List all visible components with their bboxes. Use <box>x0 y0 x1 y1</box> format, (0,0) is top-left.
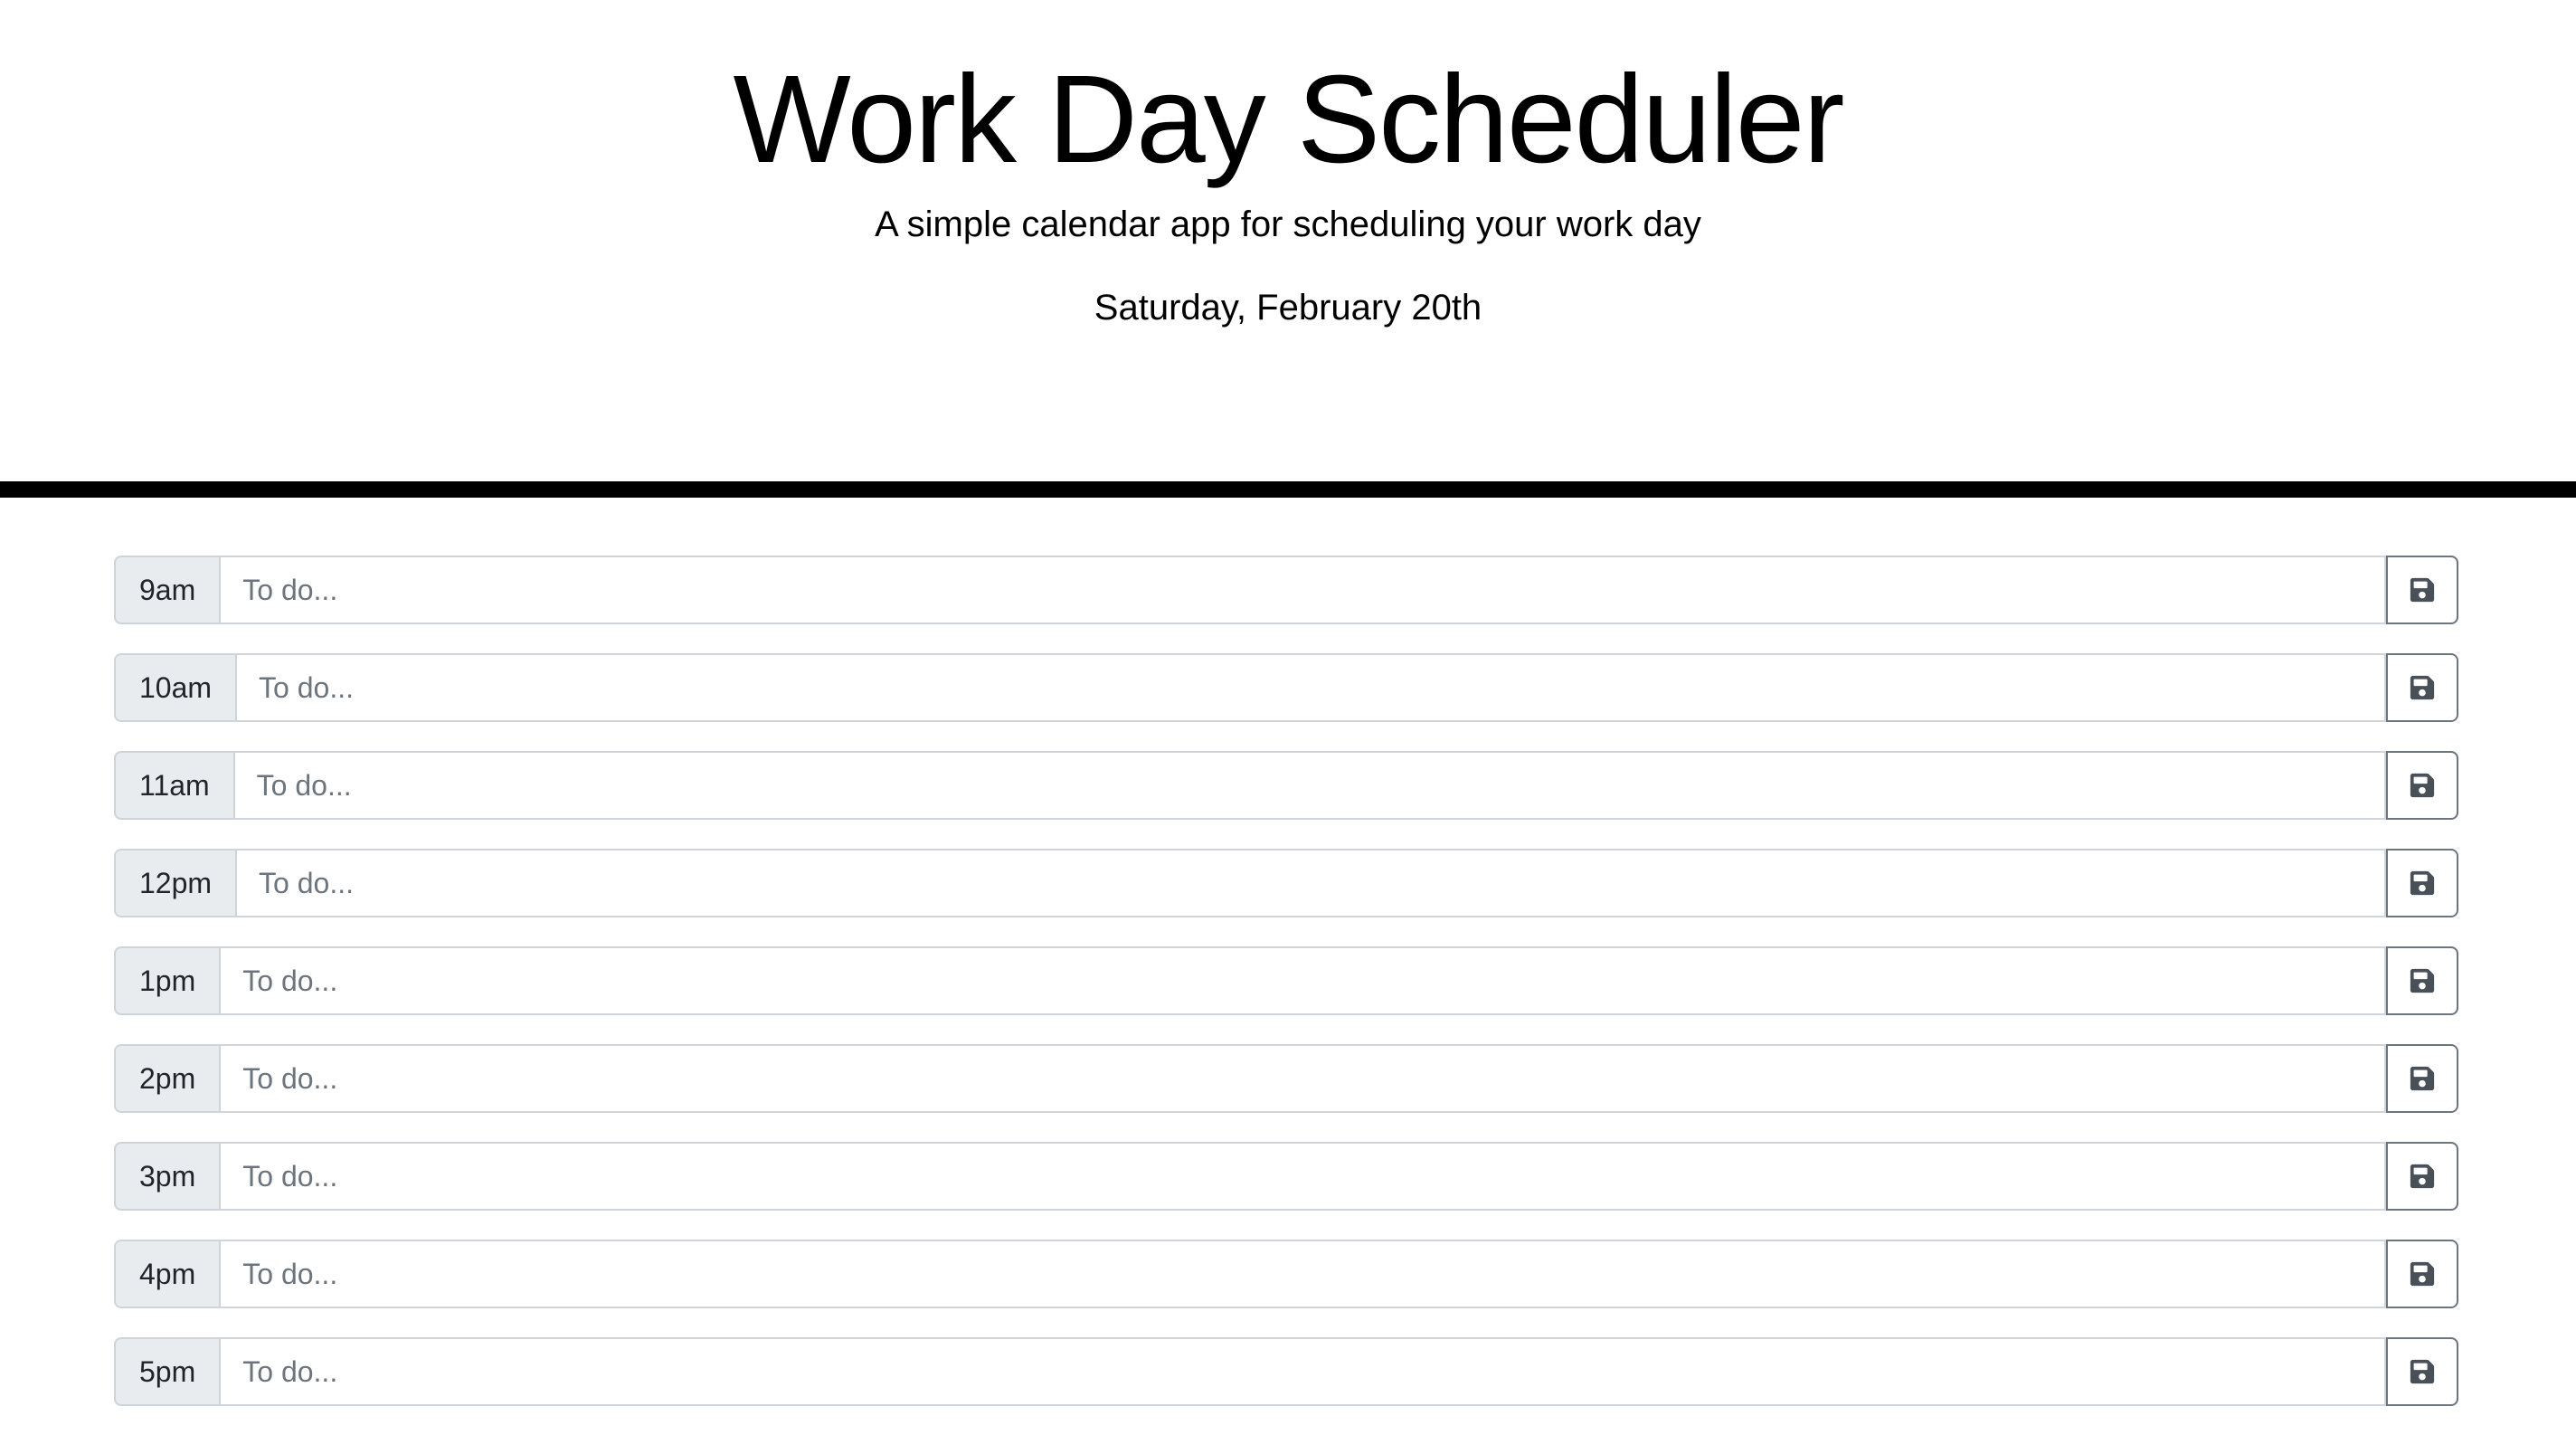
hour-label: 3pm <box>114 1142 220 1211</box>
save-button[interactable] <box>2386 556 2458 624</box>
time-block: 10am <box>114 653 2458 722</box>
save-button[interactable] <box>2386 849 2458 917</box>
current-day: Saturday, February 20th <box>1094 288 1482 328</box>
floppy-disk-icon <box>2409 674 2436 701</box>
save-button[interactable] <box>2386 1240 2458 1308</box>
time-block: 9am <box>114 556 2458 624</box>
time-block: 1pm <box>114 946 2458 1015</box>
header-divider <box>0 481 2576 498</box>
todo-input[interactable] <box>219 946 2386 1015</box>
time-block: 2pm <box>114 1044 2458 1113</box>
todo-input[interactable] <box>219 1337 2386 1406</box>
save-button[interactable] <box>2386 1337 2458 1406</box>
page-title: Work Day Scheduler <box>733 50 1845 189</box>
floppy-disk-icon <box>2409 1065 2436 1092</box>
time-block: 5pm <box>114 1337 2458 1406</box>
hour-label: 1pm <box>114 946 220 1015</box>
todo-input[interactable] <box>235 849 2386 917</box>
todo-input[interactable] <box>219 1240 2386 1308</box>
hour-label: 2pm <box>114 1044 220 1113</box>
todo-input[interactable] <box>232 751 2386 820</box>
hour-label: 10am <box>114 653 236 722</box>
hour-label: 12pm <box>114 849 236 917</box>
floppy-disk-icon <box>2409 1260 2436 1288</box>
todo-input[interactable] <box>219 1044 2386 1113</box>
page-subtitle: A simple calendar app for scheduling you… <box>875 204 1701 244</box>
floppy-disk-icon <box>2409 1163 2436 1190</box>
time-block: 4pm <box>114 1240 2458 1308</box>
save-button[interactable] <box>2386 751 2458 820</box>
hour-label: 5pm <box>114 1337 220 1406</box>
floppy-disk-icon <box>2409 870 2436 897</box>
save-button[interactable] <box>2386 653 2458 722</box>
floppy-disk-icon <box>2409 967 2436 994</box>
hour-label: 11am <box>114 751 233 820</box>
floppy-disk-icon <box>2409 772 2436 799</box>
time-block: 12pm <box>114 849 2458 917</box>
hour-label: 9am <box>114 556 220 624</box>
hour-label: 4pm <box>114 1240 220 1308</box>
todo-input[interactable] <box>219 1142 2386 1211</box>
time-block: 11am <box>114 751 2458 820</box>
save-button[interactable] <box>2386 1142 2458 1211</box>
time-block: 3pm <box>114 1142 2458 1211</box>
todo-input[interactable] <box>219 556 2386 624</box>
save-button[interactable] <box>2386 1044 2458 1113</box>
save-button[interactable] <box>2386 946 2458 1015</box>
floppy-disk-icon <box>2409 576 2436 603</box>
header: Work Day Scheduler A simple calendar app… <box>0 0 2576 481</box>
schedule: 9am 10am 11am 12pm 1pm 2pm <box>114 556 2458 1435</box>
todo-input[interactable] <box>235 653 2386 722</box>
floppy-disk-icon <box>2409 1358 2436 1385</box>
